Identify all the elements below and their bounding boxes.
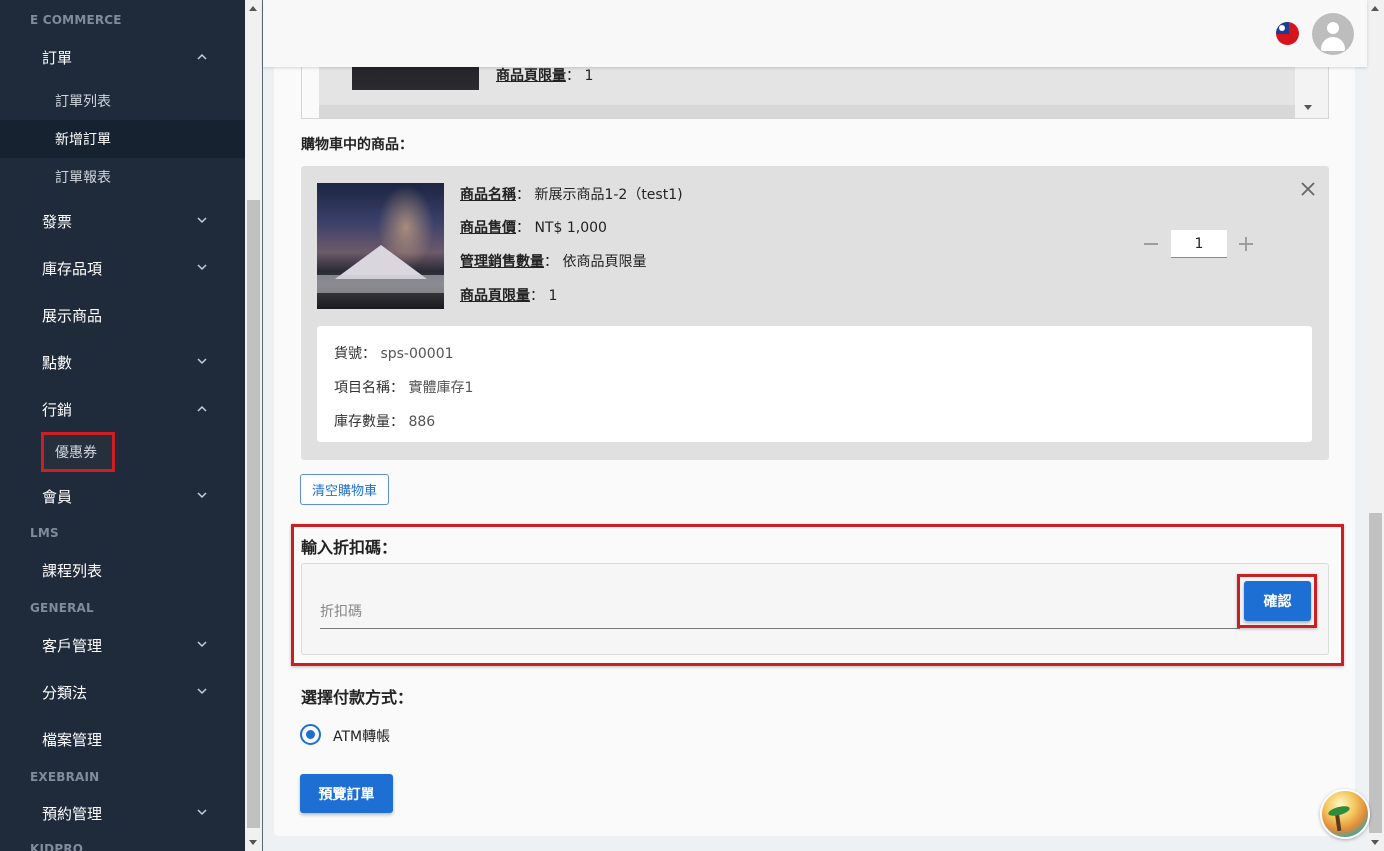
sidebar-scrollbar-thumb[interactable] [247,200,260,828]
sidebar-item-label: 預約管理 [42,804,103,823]
sidebar-item-marketing[interactable]: 行銷 [0,390,245,428]
plus-icon[interactable] [1239,237,1253,251]
stock-info: 貨號： sps-00001 項目名稱： 實體庫存1 庫存數量： 886 [317,326,1312,442]
atm-radio[interactable] [300,724,321,745]
preview-order-button[interactable]: 預覽訂單 [300,774,393,813]
main-scrollbar-thumb[interactable] [1369,513,1382,833]
sidebar-item-display-products[interactable]: 展示商品 [0,296,245,334]
sidebar-item-label: 點數 [42,353,73,372]
name-value: 新展示商品1-2（test1) [534,187,683,203]
product-price: 商品售價： NT$ 1,000 [460,220,607,236]
scroll-down-arrow-icon[interactable] [249,840,257,845]
close-icon[interactable] [1301,181,1315,196]
qty-label: 庫存數量： [334,414,404,430]
product-image [317,183,444,309]
scroll-up-arrow-icon[interactable] [1371,6,1379,11]
name-label: 商品名稱 [460,187,516,203]
sidebar-item-label: 課程列表 [42,561,103,580]
section-exebrain: EXEBRAIN [30,770,100,784]
sku-label: 貨號： [334,346,376,362]
limit-label: 商品頁限量 [496,68,566,84]
sidebar-item-label: 行銷 [42,400,73,419]
quantity-input[interactable]: 1 [1171,230,1227,258]
taiwan-flag-icon[interactable] [1276,22,1299,45]
sidebar-item-order-list[interactable]: 訂單列表 [0,82,245,120]
sidebar-item-booking[interactable]: 預約管理 [0,794,245,832]
sidebar-item-new-order[interactable]: 新增訂單 [0,120,245,158]
sidebar-item-files[interactable]: 檔案管理 [0,720,245,758]
sidebar-item-label: 分類法 [42,683,88,702]
sidebar-item-inventory[interactable]: 庫存品項 [0,249,245,287]
sidebar-item-label: 展示商品 [42,306,103,325]
sidebar-item-label: 檔案管理 [42,730,103,749]
atm-radio-label[interactable]: ATM轉帳 [333,726,390,746]
item-label: 項目名稱： [334,380,404,396]
sidebar-item-members[interactable]: 會員 [0,477,245,515]
price-value: NT$ 1,000 [534,220,607,236]
product-limit: 商品頁限量： 1 [460,288,558,304]
discount-title: 輸入折扣碼： [301,538,398,557]
limit-value: 1 [548,288,558,304]
chevron-down-icon [197,687,207,696]
sidebar-item-label: 庫存品項 [42,259,103,278]
chevron-down-icon [197,808,207,817]
sidebar-item-coupon[interactable]: 優惠券 [0,433,97,471]
scroll-down-arrow-icon[interactable] [1371,840,1379,845]
discount-code-input[interactable] [320,595,1240,629]
sidebar-item-label: 客戶管理 [42,636,103,655]
section-ecommerce: E COMMERCE [30,13,122,27]
chevron-up-icon [197,52,207,61]
chevron-down-icon [197,357,207,366]
sidebar-item-points[interactable]: 點數 [0,343,245,381]
stock-quantity: 庫存數量： 886 [334,411,435,431]
sidebar-item-taxonomy[interactable]: 分類法 [0,673,245,711]
sidebar-item-invoice[interactable]: 發票 [0,202,245,240]
section-general: GENERAL [30,601,94,615]
limit-label: 商品頁限量 [460,288,530,304]
scroll-down-arrow-icon[interactable] [1304,105,1312,110]
chevron-down-icon [197,491,207,500]
confirm-button[interactable]: 確認 [1244,581,1311,621]
section-lms: LMS [30,526,59,540]
chevron-down-icon [197,263,207,272]
sidebar-item-label: 發票 [42,212,73,231]
product-list-footer [319,105,1295,118]
stock-sku: 貨號： sps-00001 [334,343,454,363]
user-avatar-icon[interactable] [1312,13,1354,55]
sidebar-item-order-report[interactable]: 訂單報表 [0,158,245,196]
product-manage-qty: 管理銷售數量： 依商品頁限量 [460,254,647,270]
item-value: 實體庫存1 [408,380,474,396]
sidebar-item-customers[interactable]: 客戶管理 [0,626,245,664]
clear-cart-button[interactable]: 清空購物車 [300,474,389,505]
manage-label: 管理銷售數量 [460,254,544,270]
stock-item-name: 項目名稱： 實體庫存1 [334,377,473,397]
chevron-up-icon [197,404,207,413]
minus-icon[interactable] [1144,243,1158,245]
sidebar: E COMMERCE 訂單 訂單列表 新增訂單 訂單報表 發票 庫存品項 展示商… [0,0,245,851]
qty-value: 886 [408,414,436,430]
sidebar-item-label: 訂單 [42,48,73,67]
cart-item: 商品名稱： 新展示商品1-2（test1) 商品售價： NT$ 1,000 管理… [301,166,1329,460]
product-limit: 商品頁限量： 1 [496,68,594,84]
beach-chat-icon[interactable] [1320,789,1370,839]
product-name: 商品名稱： 新展示商品1-2（test1) [460,187,683,203]
chevron-down-icon [197,216,207,225]
payment-title: 選擇付款方式： [301,688,414,707]
chevron-down-icon [197,640,207,649]
price-label: 商品售價 [460,220,516,236]
sidebar-item-orders[interactable]: 訂單 [0,38,245,76]
cart-title: 購物車中的商品： [301,137,413,153]
limit-value: 1 [584,68,594,84]
sidebar-item-label: 會員 [42,487,73,506]
manage-value: 依商品頁限量 [562,254,647,270]
top-bar [263,0,1367,67]
sidebar-item-course-list[interactable]: 課程列表 [0,551,245,589]
discount-box [301,563,1329,655]
scroll-up-arrow-icon[interactable] [249,6,257,11]
section-kidpro: KIDPRO [30,842,84,851]
sku-value: sps-00001 [380,346,454,362]
divider [262,0,263,851]
